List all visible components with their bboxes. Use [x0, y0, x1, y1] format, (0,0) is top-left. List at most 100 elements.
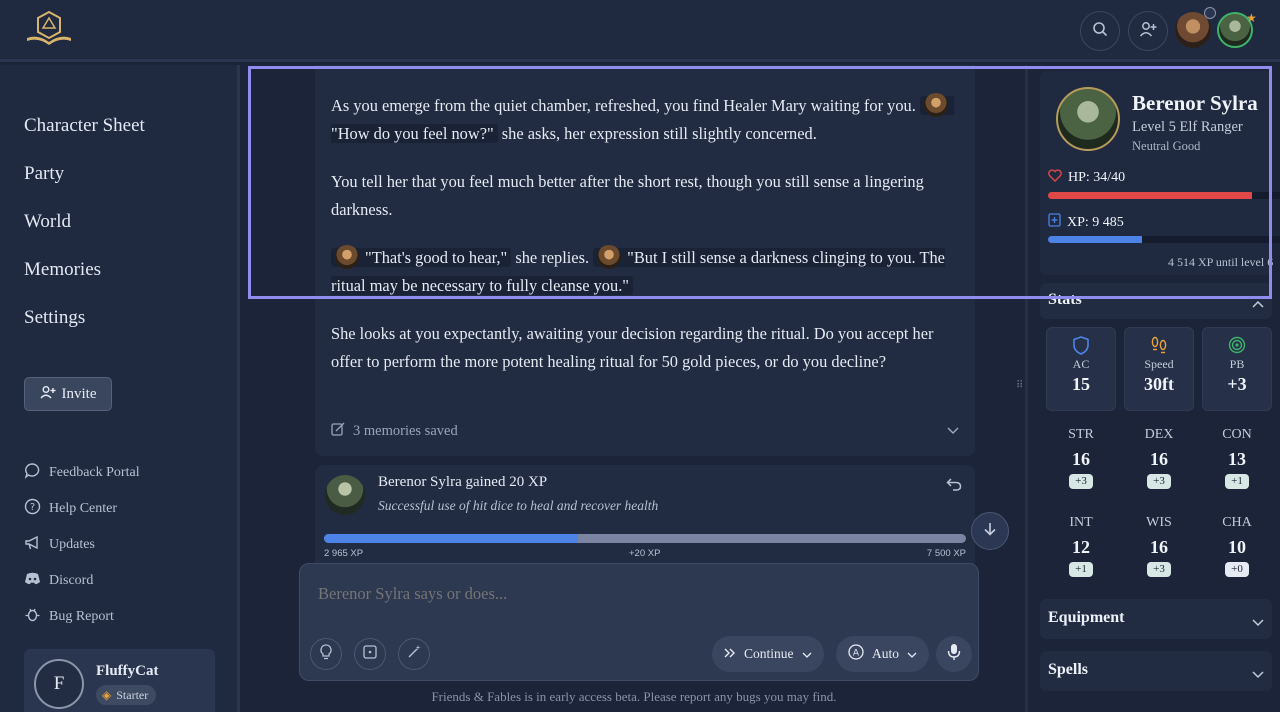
chevron-down-icon: [1252, 666, 1264, 684]
suggestion-button[interactable]: [310, 638, 342, 670]
story-paragraph-3: "That's good to hear," she replies. "But…: [331, 244, 961, 300]
stat-ac: AC 15: [1046, 327, 1116, 411]
svg-text:?: ?: [30, 502, 35, 513]
tier-badge: ◈ Starter: [96, 685, 157, 705]
spells-section[interactable]: Spells: [1040, 651, 1272, 691]
bug-icon: [24, 606, 41, 628]
equipment-section[interactable]: Equipment: [1040, 599, 1272, 639]
magic-wand-icon: [407, 644, 422, 664]
heart-icon: [1048, 169, 1062, 187]
search-icon: [1092, 21, 1108, 42]
status-indicator-icon: [1204, 7, 1216, 19]
shield-icon: [1071, 335, 1091, 355]
nav-memories[interactable]: Memories: [24, 259, 101, 281]
action-composer: Continue A Auto: [299, 563, 979, 681]
chevron-down-icon: [802, 646, 812, 662]
user-name: FluffyCat: [96, 663, 159, 679]
main-content: As you emerge from the quiet chamber, re…: [243, 65, 1025, 712]
xp-progress-bar: [324, 534, 966, 543]
nav-settings[interactable]: Settings: [24, 307, 85, 329]
svg-text:A: A: [853, 649, 860, 659]
add-user-button[interactable]: [1128, 11, 1168, 51]
character-summary: Berenor Sylra Level 5 Elf Ranger Neutral…: [1040, 71, 1280, 275]
xp-gain-title: Berenor Sylra gained 20 XP: [378, 474, 548, 490]
continue-dropdown[interactable]: Continue: [712, 636, 824, 672]
ability-str: STR 16 +3: [1068, 427, 1094, 489]
character-name: Berenor Sylra: [1132, 91, 1258, 115]
story-paragraph-1: As you emerge from the quiet chamber, re…: [331, 92, 961, 148]
updates-link[interactable]: Updates: [24, 534, 95, 556]
d20-book-logo[interactable]: [24, 10, 74, 50]
ability-dex: DEX 16 +3: [1144, 427, 1174, 489]
add-user-icon: [1139, 21, 1157, 42]
stats-title: Stats: [1048, 291, 1082, 308]
character-portrait: [1056, 87, 1120, 151]
footprints-icon: [1149, 335, 1169, 355]
star-icon: ★: [1246, 11, 1257, 25]
xp-end-label: 7 500 XP: [926, 548, 966, 559]
xp-gain-reason: Successful use of hit dice to heal and r…: [378, 498, 659, 513]
auto-mode-dropdown[interactable]: A Auto: [836, 636, 929, 672]
ability-cha: CHA 10 +0: [1222, 515, 1252, 577]
hp-label: HP: 34/40: [1048, 169, 1125, 187]
diamond-icon: ◈: [102, 687, 112, 702]
story-paragraph-4: She looks at you expectantly, awaiting y…: [331, 324, 934, 371]
megaphone-icon: [24, 534, 41, 556]
invite-button[interactable]: Invite: [24, 377, 112, 411]
add-user-icon: [39, 385, 56, 404]
stats-header[interactable]: Stats: [1040, 283, 1272, 319]
target-icon: [1227, 335, 1247, 355]
nav-character-sheet[interactable]: Character Sheet: [24, 115, 145, 137]
help-center-link[interactable]: ? Help Center: [24, 498, 117, 520]
stat-speed: Speed 30ft: [1124, 327, 1194, 411]
ability-wis: WIS 16 +3: [1146, 515, 1172, 577]
discord-link[interactable]: Discord: [24, 570, 93, 592]
help-circle-icon: ?: [24, 498, 41, 520]
xp-bar-fill: [1048, 236, 1142, 243]
resize-handle-icon[interactable]: ⠿: [1016, 380, 1023, 391]
scroll-down-button[interactable]: [971, 512, 1009, 550]
equipment-title: Equipment: [1048, 609, 1125, 626]
bug-report-link[interactable]: Bug Report: [24, 606, 114, 628]
npc-avatar: [335, 245, 359, 269]
dice-icon: [363, 644, 377, 664]
nav-party[interactable]: Party: [24, 163, 64, 185]
npc-avatar: [923, 93, 948, 117]
xp-start-label: 2 965 XP: [324, 548, 364, 559]
dialogue-quote: "That's good to hear,": [331, 245, 512, 269]
magic-wand-button[interactable]: [398, 638, 430, 670]
action-input[interactable]: [318, 584, 918, 604]
undo-icon[interactable]: [946, 477, 962, 496]
chevron-down-icon: [1252, 614, 1264, 632]
character-alignment: Neutral Good: [1132, 139, 1201, 153]
hp-bar-fill: [1048, 192, 1252, 199]
spells-title: Spells: [1048, 661, 1089, 678]
story-paragraph-2: You tell her that you feel much better a…: [331, 172, 924, 219]
nav-world[interactable]: World: [24, 211, 71, 233]
xp-gain-label: +20 XP: [629, 548, 661, 559]
avatar: F: [34, 659, 84, 709]
feedback-portal-link[interactable]: Feedback Portal: [24, 462, 140, 484]
auto-circle-icon: A: [848, 644, 864, 664]
memories-toggle[interactable]: 3 memories saved: [331, 422, 959, 441]
microphone-button[interactable]: [936, 636, 972, 672]
beta-notice: Friends & Fables is in early access beta…: [431, 689, 837, 704]
sidebar: Character Sheet Party World Memories Set…: [0, 65, 240, 712]
ability-int: INT 12 +1: [1069, 515, 1093, 577]
npc-avatar: [597, 245, 622, 269]
character-class: Level 5 Elf Ranger: [1132, 119, 1243, 135]
story-message: As you emerge from the quiet chamber, re…: [315, 65, 975, 456]
memory-note-icon: [331, 422, 345, 441]
chevron-up-icon: [1252, 295, 1264, 313]
dice-roll-button[interactable]: [354, 638, 386, 670]
search-button[interactable]: [1080, 11, 1120, 51]
xp-book-icon: [1048, 213, 1061, 232]
user-card[interactable]: F FluffyCat ◈ Starter: [24, 649, 215, 712]
microphone-icon: [947, 643, 961, 666]
lightbulb-icon: [319, 643, 333, 665]
xp-bar: [1048, 236, 1280, 243]
chevron-down-icon: [947, 423, 959, 440]
ability-con: CON 13 +1: [1222, 427, 1252, 489]
xp-gain-card: Berenor Sylra gained 20 XP Successful us…: [315, 465, 975, 565]
top-bar: ★: [0, 0, 1280, 62]
